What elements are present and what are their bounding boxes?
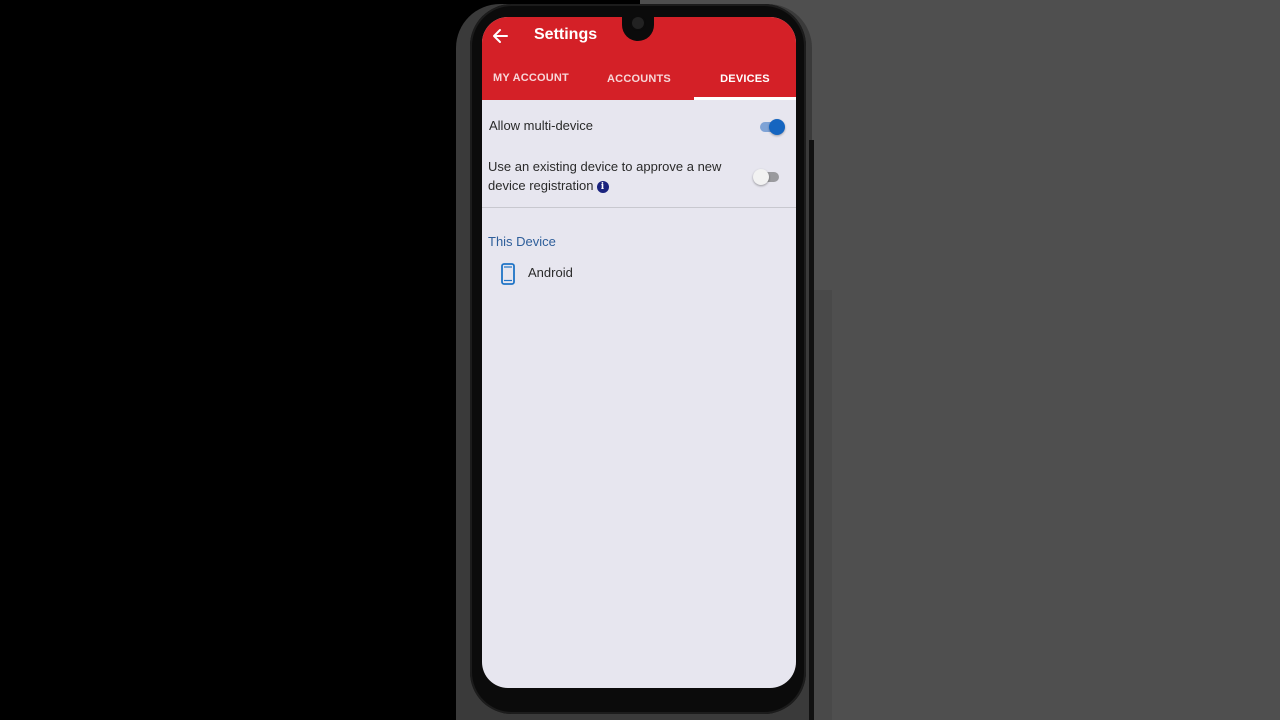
page-title: Settings	[534, 26, 598, 43]
tab-accounts[interactable]: ACCOUNTS	[588, 66, 690, 100]
device-list-item[interactable]: Android	[482, 257, 796, 291]
multi-device-toggle[interactable]	[758, 117, 788, 137]
device-name: Android	[528, 265, 573, 280]
info-icon[interactable]: i	[596, 181, 609, 193]
setting-multi-device-label: Allow multi-device	[489, 118, 594, 133]
back-button[interactable]	[490, 25, 512, 47]
arrow-left-icon	[493, 29, 508, 43]
smartphone-icon	[501, 263, 515, 285]
label-line-2: device registration i	[488, 176, 748, 195]
background-strip	[814, 290, 832, 720]
approve-registration-toggle[interactable]	[753, 167, 783, 187]
setting-approve-registration-label: Use an existing device to approve a new …	[488, 157, 748, 195]
this-device-heading: This Device	[488, 234, 556, 249]
toggle-thumb	[753, 169, 769, 185]
label-line-2-text: device registration	[488, 178, 594, 193]
tab-label: DEVICES	[720, 73, 770, 85]
label-line-1: Use an existing device to approve a new	[488, 159, 722, 174]
section-divider	[482, 207, 796, 208]
tab-label: ACCOUNTS	[607, 73, 671, 85]
front-camera	[632, 17, 644, 29]
tab-label: MY ACCOUNT	[493, 72, 569, 84]
phone-screen: Settings MY ACCOUNT ACCOUNTS DEVICES All…	[482, 17, 796, 688]
toggle-thumb	[769, 119, 785, 135]
tab-my-account[interactable]: MY ACCOUNT	[482, 66, 580, 100]
active-tab-indicator	[694, 97, 796, 100]
tab-devices[interactable]: DEVICES	[694, 66, 796, 100]
